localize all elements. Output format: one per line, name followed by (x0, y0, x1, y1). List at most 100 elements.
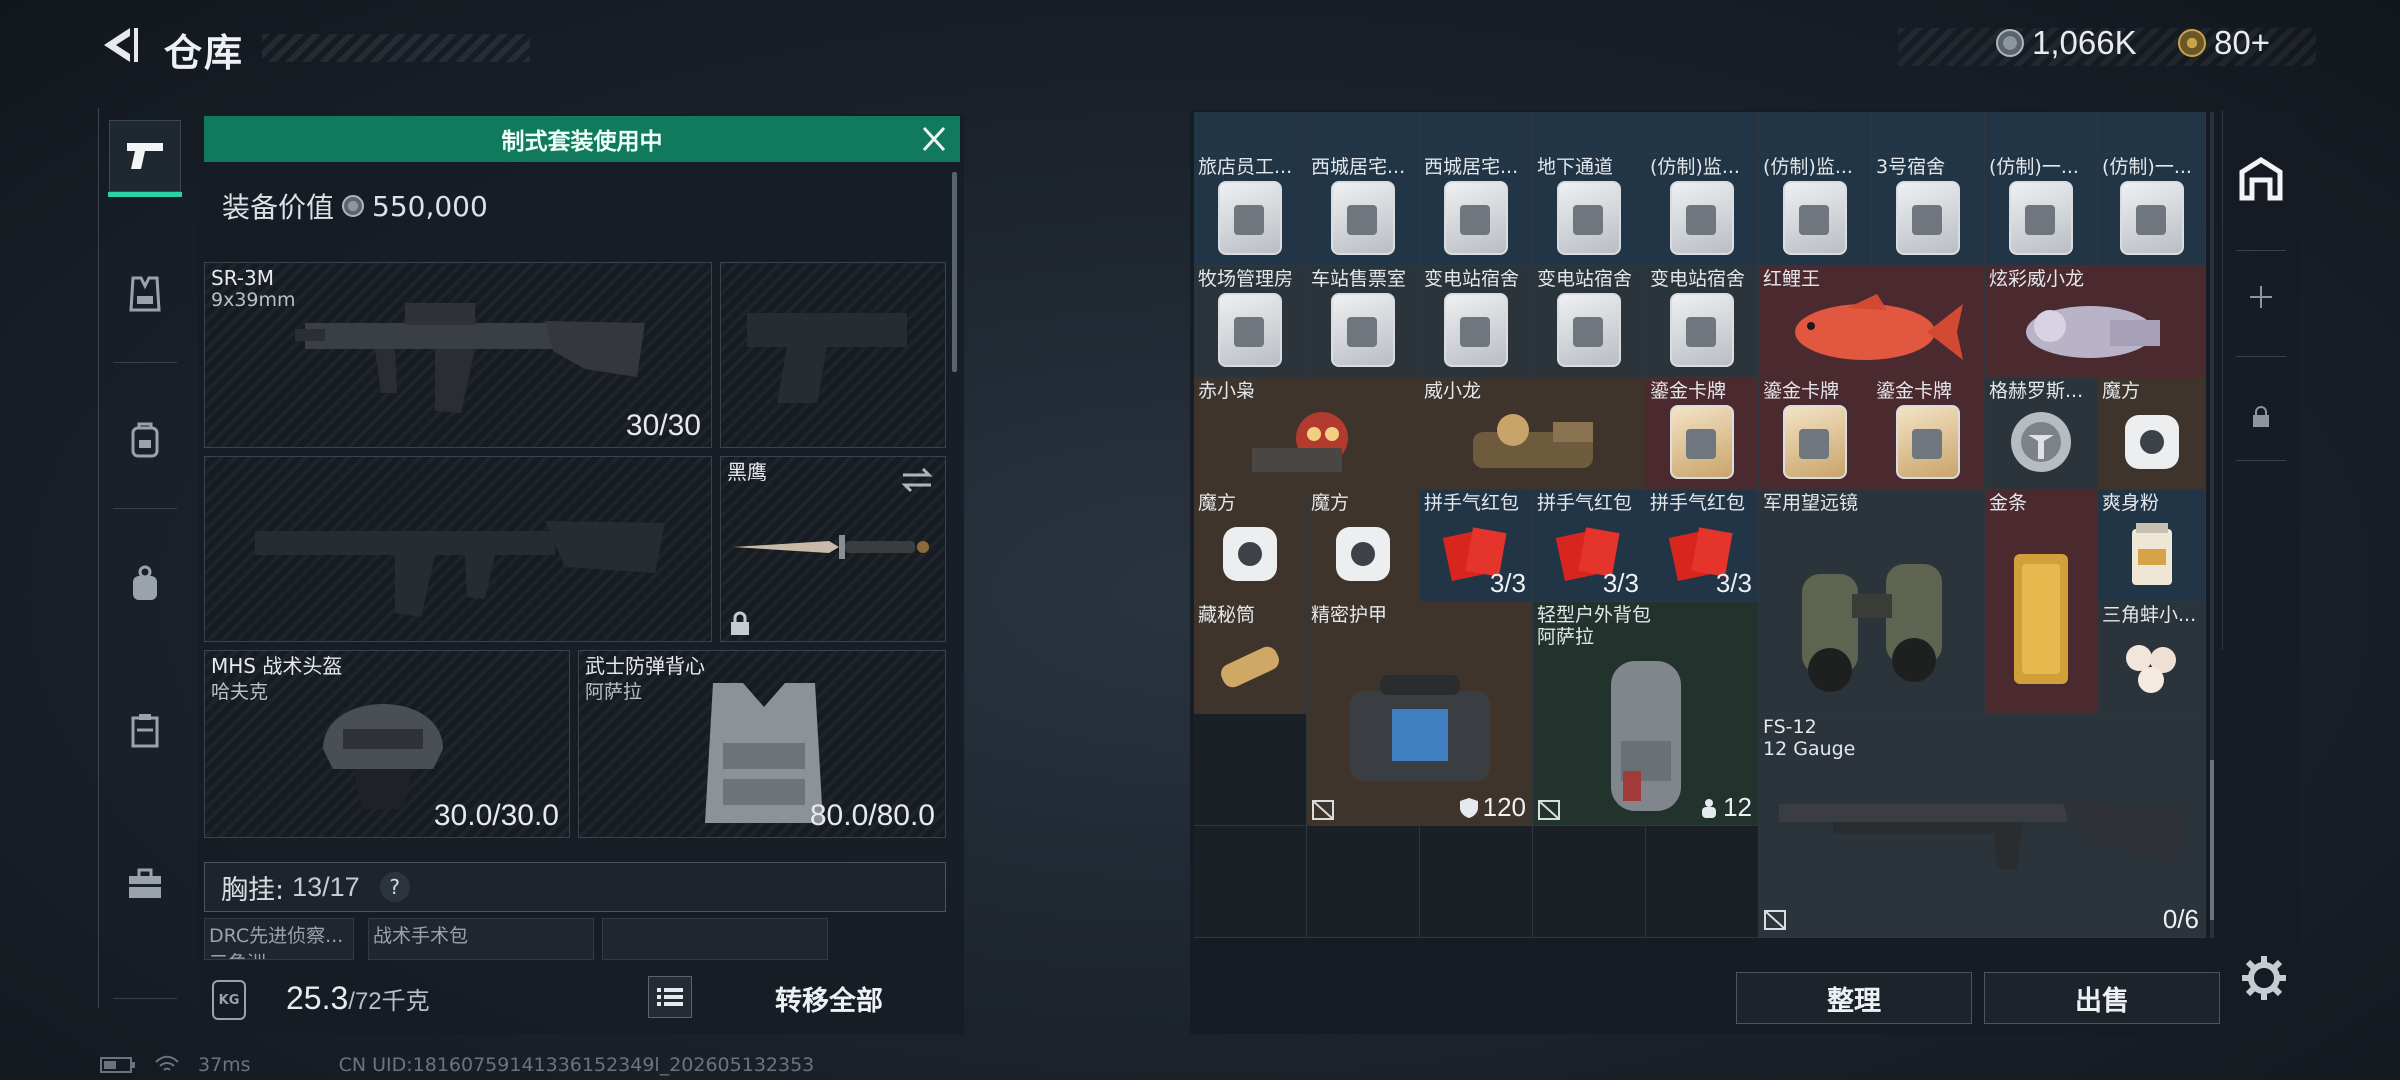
grid-cell[interactable] (1985, 112, 2098, 154)
storage-grid[interactable]: 旅店员工... 西城居宅... 西城居宅... 地下通道 (仿制)监... (仿… (1194, 112, 2206, 938)
grid-cell[interactable] (2098, 112, 2206, 154)
rig-slot[interactable] (602, 918, 828, 960)
figure-item[interactable]: 威小龙 (1420, 378, 1646, 490)
pearl-icon (2125, 645, 2176, 694)
nav-divider (113, 998, 177, 999)
badge-item[interactable]: 格赫罗斯... (1985, 378, 2098, 490)
cube-item[interactable]: 魔方 (2098, 378, 2206, 490)
koi-item[interactable]: 红鲤王 (1759, 266, 1985, 378)
vest-icon (129, 276, 161, 312)
card-icon (1896, 405, 1960, 480)
swap-icon[interactable] (899, 465, 935, 495)
keycard-item[interactable]: (仿制)监... (1759, 154, 1872, 266)
red-packet-item[interactable]: 拼手气红包 3/3 (1533, 490, 1646, 602)
sort-button[interactable]: 整理 (1736, 972, 1972, 1024)
close-kit-button[interactable] (914, 122, 954, 158)
grid-cell[interactable] (1759, 112, 1872, 154)
sell-button[interactable]: 出售 (1984, 972, 2220, 1024)
keycard-icon (1444, 181, 1508, 256)
help-icon[interactable]: ? (379, 872, 410, 902)
cube-item[interactable]: 魔方 (1307, 490, 1420, 602)
keycard-item[interactable]: 变电站宿舍 (1420, 266, 1533, 378)
figure-item[interactable]: 炫彩威小龙 (1985, 266, 2206, 378)
list-view-button[interactable] (648, 976, 692, 1018)
keycard-item[interactable]: 西城居宅... (1420, 154, 1533, 266)
keycard-item[interactable]: 变电站宿舍 (1533, 266, 1646, 378)
pearl-item[interactable]: 三角蚌小... (2098, 602, 2206, 714)
toolbar-divider (2236, 460, 2286, 461)
empty-cell[interactable] (1420, 826, 1533, 938)
gold-bar-item[interactable]: 金条 (1985, 490, 2098, 714)
keycard-item[interactable]: 旅店员工... (1194, 154, 1307, 266)
empty-cell[interactable] (1307, 826, 1420, 938)
empty-cell[interactable] (1533, 826, 1646, 938)
tab-vest[interactable] (109, 258, 181, 330)
weight-icon: KG (212, 980, 246, 1020)
gold-card-item[interactable]: 鎏金卡牌 (1759, 378, 1872, 490)
gold-card-item[interactable]: 鎏金卡牌 (1646, 378, 1759, 490)
helmet-slot[interactable]: MHS 战术头盔 哈夫克 30.0/30.0 (204, 650, 570, 838)
tab-weapons[interactable] (108, 120, 182, 197)
armor-slot[interactable]: 武士防弹背心 阿萨拉 80.0/80.0 (578, 650, 946, 838)
powder-item[interactable]: 爽身粉 (2098, 490, 2206, 602)
rig-slot[interactable]: DRC先进侦察... 三角洲 (204, 918, 354, 960)
grid-cell[interactable] (1194, 112, 1307, 154)
melee-slot[interactable]: 黑鹰 (720, 456, 946, 642)
loadout-scrollbar[interactable] (952, 172, 957, 372)
currency-gold[interactable]: 80+ (2178, 24, 2270, 62)
equipment-value: 装备价值 550,000 (222, 189, 488, 225)
knife-icon (733, 535, 929, 559)
cylinder-item[interactable]: 藏秘筒 (1194, 602, 1307, 714)
keycard-item[interactable]: 车站售票室 (1307, 266, 1420, 378)
keycard-item[interactable]: 变电站宿舍 (1646, 266, 1759, 378)
grid-cell[interactable] (1533, 112, 1646, 154)
powder-can-icon (2131, 523, 2172, 586)
chest-rig-bar[interactable]: 胸挂: 13/17 ? (204, 862, 946, 912)
keycard-item[interactable]: (仿制)一... (2098, 154, 2206, 266)
red-packet-item[interactable]: 拼手气红包 3/3 (1420, 490, 1533, 602)
secondary-weapon-slot[interactable] (204, 456, 712, 642)
grid-cell[interactable] (1420, 112, 1533, 154)
empty-cell[interactable] (1194, 714, 1307, 826)
grid-cell[interactable] (1307, 112, 1420, 154)
tab-bag[interactable] (109, 548, 181, 620)
binoculars-item[interactable]: 军用望远镜 (1759, 490, 1985, 714)
keycard-item[interactable]: (仿制)一... (1985, 154, 2098, 266)
grid-scrollbar-thumb[interactable] (2210, 760, 2214, 920)
tab-backpack[interactable] (109, 404, 181, 476)
gold-card-item[interactable]: 鎏金卡牌 (1872, 378, 1985, 490)
grid-cell[interactable] (1646, 112, 1759, 154)
backpack-item[interactable]: 轻型户外背包 阿萨拉 12 (1533, 602, 1759, 826)
transfer-all-button[interactable]: 转移全部 (706, 972, 952, 1024)
cube-icon (1223, 527, 1277, 582)
pistol-slot[interactable] (720, 262, 946, 448)
red-packet-item[interactable]: 拼手气红包 3/3 (1646, 490, 1759, 602)
back-button[interactable] (96, 22, 142, 68)
tab-case[interactable] (109, 694, 181, 766)
add-storage-button[interactable] (2222, 258, 2300, 336)
locked-storage-button[interactable] (2222, 378, 2300, 456)
cube-item[interactable]: 魔方 (1194, 490, 1307, 602)
precision-armor-item[interactable]: 精密护甲 120 (1307, 602, 1533, 826)
keycard-item[interactable]: 西城居宅... (1307, 154, 1420, 266)
kit-banner: 制式套装使用中 (204, 116, 960, 162)
dragon-figure-icon (2026, 306, 2160, 359)
tab-toolbox[interactable] (109, 848, 181, 920)
primary-weapon-slot[interactable]: SR-3M 9x39mm 30/30 (204, 262, 712, 448)
nav-divider (113, 362, 177, 363)
battery-icon (100, 1057, 135, 1073)
keycard-item[interactable]: (仿制)监... (1646, 154, 1759, 266)
keycard-item[interactable]: 3号宿舍 (1872, 154, 1985, 266)
settings-button[interactable] (2240, 954, 2288, 1002)
rig-slot[interactable]: 战术手术包 (368, 918, 594, 960)
keycard-item[interactable]: 地下通道 (1533, 154, 1646, 266)
storage-tab-button[interactable] (2222, 140, 2300, 218)
grid-cell[interactable] (1872, 112, 1985, 154)
figure-item[interactable]: 赤小枭 (1194, 378, 1420, 490)
shotgun-icon (1779, 800, 2183, 870)
empty-cell[interactable] (1646, 826, 1759, 938)
currency-silver: 1,066K (1996, 24, 2137, 62)
shotgun-item[interactable]: FS-12 12 Gauge 0/6 (1759, 714, 2206, 938)
keycard-item[interactable]: 牧场管理房 (1194, 266, 1307, 378)
empty-cell[interactable] (1194, 826, 1307, 938)
